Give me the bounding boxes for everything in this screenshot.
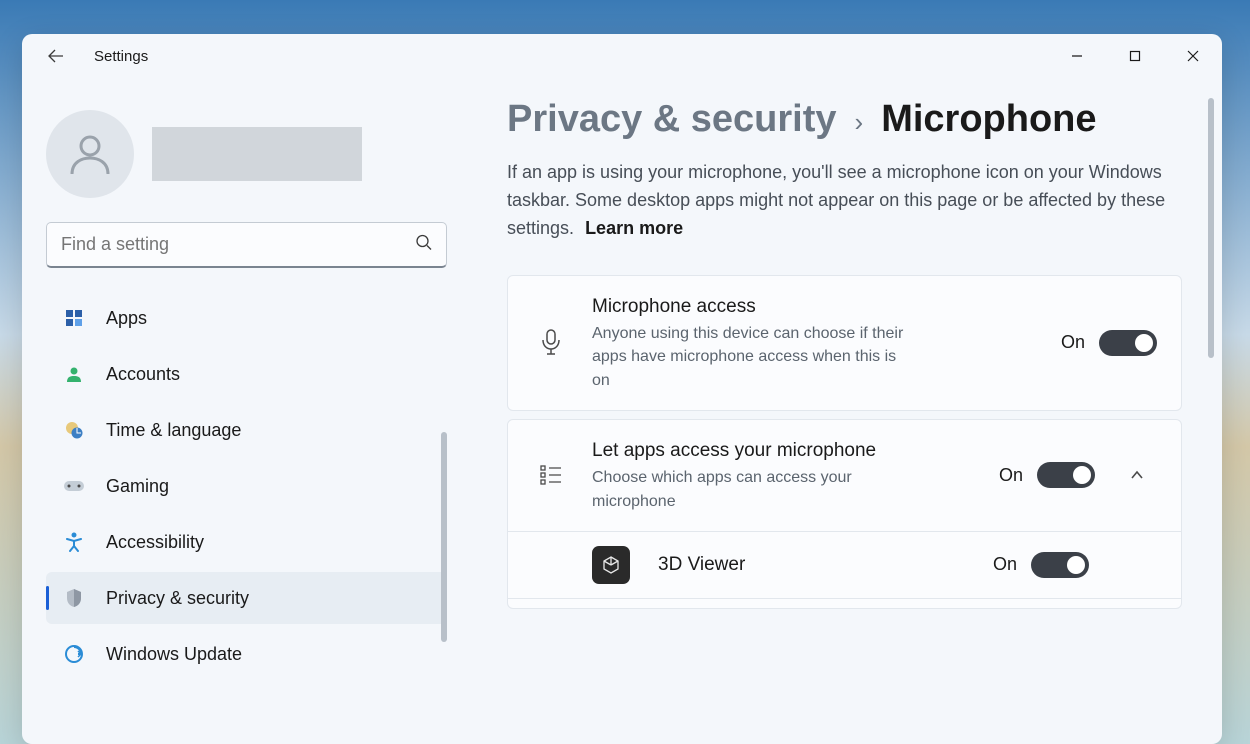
- settings-window: Settings: [22, 34, 1222, 744]
- sidebar-item-accounts[interactable]: Accounts: [46, 348, 447, 400]
- chevron-up-icon: [1130, 470, 1144, 480]
- card-title: Microphone access: [592, 294, 1039, 321]
- app-name: 3D Viewer: [658, 554, 965, 576]
- window-controls: [1048, 34, 1222, 78]
- person-icon: [66, 130, 114, 178]
- sidebar-item-windows-update[interactable]: Windows Update: [46, 628, 447, 680]
- user-name-placeholder: [152, 127, 362, 181]
- breadcrumb: Privacy & security › Microphone: [507, 98, 1182, 141]
- app-3d-viewer-toggle[interactable]: [1031, 552, 1089, 578]
- user-row[interactable]: [46, 110, 447, 198]
- breadcrumb-parent[interactable]: Privacy & security: [507, 98, 837, 141]
- accessibility-icon: [62, 530, 86, 554]
- app-row: [508, 598, 1181, 608]
- 3d-viewer-icon: [592, 546, 630, 584]
- shield-icon: [62, 586, 86, 610]
- sidebar-item-label: Time & language: [106, 420, 241, 441]
- sidebar-item-label: Windows Update: [106, 644, 242, 665]
- chevron-right-icon: ›: [855, 107, 864, 138]
- sidebar-item-label: Apps: [106, 308, 147, 329]
- expand-collapse-button[interactable]: [1117, 470, 1157, 480]
- let-apps-access-toggle[interactable]: [1037, 462, 1095, 488]
- sidebar-item-label: Privacy & security: [106, 588, 249, 609]
- app-row-3d-viewer: 3D Viewer On: [508, 531, 1181, 598]
- apps-icon: [62, 306, 86, 330]
- breadcrumb-current: Microphone: [881, 98, 1096, 141]
- maximize-icon: [1129, 50, 1141, 62]
- titlebar: Settings: [22, 34, 1222, 78]
- accounts-icon: [62, 362, 86, 386]
- learn-more-link[interactable]: Learn more: [585, 218, 683, 238]
- main-content: Privacy & security › Microphone If an ap…: [467, 78, 1222, 744]
- sidebar-item-time-language[interactable]: Time & language: [46, 404, 447, 456]
- microphone-icon: [532, 324, 570, 362]
- maximize-button[interactable]: [1106, 34, 1164, 78]
- card-title: Let apps access your microphone: [592, 438, 977, 465]
- sidebar-item-gaming[interactable]: Gaming: [46, 460, 447, 512]
- search-icon: [415, 234, 433, 257]
- sidebar-scrollbar[interactable]: [441, 432, 447, 642]
- card-microphone-access: Microphone access Anyone using this devi…: [507, 275, 1182, 411]
- toggle-state-label: On: [993, 554, 1017, 575]
- sidebar-item-label: Gaming: [106, 476, 169, 497]
- sidebar-item-label: Accessibility: [106, 532, 204, 553]
- toggle-state-label: On: [1061, 332, 1085, 353]
- page-description: If an app is using your microphone, you'…: [507, 159, 1182, 243]
- close-button[interactable]: [1164, 34, 1222, 78]
- sidebar-item-privacy[interactable]: Privacy & security: [46, 572, 447, 624]
- minimize-icon: [1071, 50, 1083, 62]
- minimize-button[interactable]: [1048, 34, 1106, 78]
- toggle-state-label: On: [999, 465, 1023, 486]
- search-input[interactable]: [46, 222, 447, 268]
- gamepad-icon: [62, 474, 86, 498]
- search-field: [46, 222, 447, 268]
- clock-globe-icon: [62, 418, 86, 442]
- card-let-apps-access: Let apps access your microphone Choose w…: [507, 419, 1182, 609]
- sidebar-item-label: Accounts: [106, 364, 180, 385]
- sidebar-item-accessibility[interactable]: Accessibility: [46, 516, 447, 568]
- card-subtitle: Anyone using this device can choose if t…: [592, 322, 912, 392]
- main-scrollbar[interactable]: [1208, 98, 1214, 358]
- nav: Apps Accounts Time & language: [46, 292, 447, 680]
- update-icon: [62, 642, 86, 666]
- apps-list-icon: [532, 456, 570, 494]
- sidebar: Apps Accounts Time & language: [22, 78, 467, 744]
- avatar: [46, 110, 134, 198]
- microphone-access-toggle[interactable]: [1099, 330, 1157, 356]
- sidebar-item-apps[interactable]: Apps: [46, 292, 447, 344]
- card-subtitle: Choose which apps can access your microp…: [592, 466, 912, 512]
- app-title: Settings: [94, 48, 148, 65]
- back-button[interactable]: [36, 36, 76, 76]
- back-arrow-icon: [48, 48, 64, 64]
- close-icon: [1187, 50, 1199, 62]
